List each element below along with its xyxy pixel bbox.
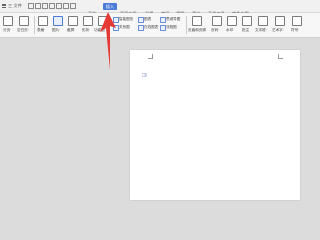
save-icon[interactable] [28, 3, 34, 9]
shape-button[interactable] [83, 16, 93, 26]
blank-page-label: 空白页· [17, 28, 29, 32]
textbox-icon [258, 16, 268, 26]
text-cursor-icon [141, 62, 147, 77]
header-footer-icon [192, 16, 202, 26]
table-button[interactable] [38, 16, 48, 26]
textbox-label: 文本框· [255, 28, 267, 32]
chart-button[interactable]: 图表 [144, 17, 151, 22]
margin-corner-top-right [278, 54, 283, 59]
separator [34, 16, 35, 34]
wordart-button[interactable] [275, 16, 285, 26]
watermark-icon [227, 16, 237, 26]
mind-map-button[interactable]: 思维导图 [166, 17, 180, 22]
red-arrow-icon [100, 12, 116, 70]
page-break-button[interactable] [3, 16, 13, 26]
page-number-button[interactable] [212, 16, 222, 26]
separator [186, 16, 187, 34]
tab-review[interactable]: 审阅 [161, 0, 169, 16]
tab-insert[interactable]: 插入 [103, 3, 117, 10]
wordart-icon [275, 16, 285, 26]
screenshot-icon [68, 16, 78, 26]
watermark-button[interactable] [227, 16, 237, 26]
preview-icon[interactable] [56, 3, 62, 9]
margin-corner-top-left [148, 54, 153, 59]
watermark-label: 水印· [226, 28, 235, 32]
header-footer-button[interactable] [192, 16, 202, 26]
hamburger-icon[interactable] [2, 4, 6, 8]
document-page[interactable] [130, 50, 300, 200]
tab-view[interactable]: 视图 [176, 0, 184, 16]
symbol-button[interactable] [292, 16, 302, 26]
format-painter-icon[interactable] [63, 3, 69, 9]
tab-sections[interactable]: 章节 [192, 0, 200, 16]
comment-label: 批注 [242, 28, 250, 32]
screenshot-button[interactable] [68, 16, 78, 26]
online-chart-button[interactable]: 在线图表 [144, 25, 158, 30]
flowchart-button[interactable]: 流程图 [166, 25, 177, 30]
more-icon[interactable] [70, 3, 76, 9]
picture-label: 图片· [52, 28, 61, 32]
blank-page-icon [19, 16, 29, 26]
symbol-icon [292, 16, 302, 26]
picture-button[interactable] [53, 16, 63, 26]
tab-references[interactable]: 引用 [145, 0, 153, 16]
wordart-label: 艺术字· [272, 28, 284, 32]
app-menu-label[interactable]: 三 文件 [8, 0, 22, 12]
symbol-label: 符号· [291, 28, 300, 32]
picture-icon [53, 16, 63, 26]
ribbon-toolbar: 分页· 空白页· 表格· 图片· 截屏· 形状· 功能图· 智能图形 关系图 图… [0, 13, 320, 38]
comment-icon [242, 16, 252, 26]
blank-page-button[interactable] [19, 16, 29, 26]
page-break-label: 分页· [3, 28, 12, 32]
tab-special-apps[interactable]: 特色应用 [232, 0, 249, 16]
header-footer-label: 页眉和页脚 [188, 28, 206, 32]
page-number-label: 页码· [211, 28, 220, 32]
print-icon[interactable] [49, 3, 55, 9]
page-break-icon [3, 16, 13, 26]
comment-button[interactable] [242, 16, 252, 26]
table-icon [38, 16, 48, 26]
redo-icon[interactable] [42, 3, 48, 9]
screenshot-label: 截屏· [67, 28, 76, 32]
table-label: 表格· [37, 28, 46, 32]
textbox-button[interactable] [258, 16, 268, 26]
shape-label: 形状· [82, 28, 91, 32]
page-number-icon [212, 16, 222, 26]
tab-developer[interactable]: 开发工具 [208, 0, 225, 16]
menu-bar: 三 文件 开始 插入 页面布局 引用 审阅 视图 章节 开发工具 特色应用 [0, 0, 320, 16]
shape-icon [83, 16, 93, 26]
undo-icon[interactable] [35, 3, 41, 9]
